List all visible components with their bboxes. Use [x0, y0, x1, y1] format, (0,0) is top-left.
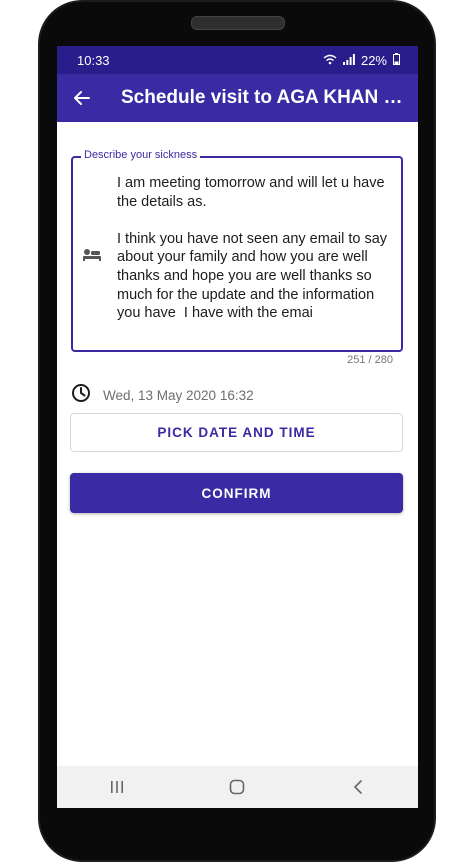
status-time: 10:33	[77, 52, 110, 68]
battery-level: 22%	[360, 52, 387, 68]
selected-datetime: Wed, 13 May 2020 16:32	[103, 388, 254, 403]
status-bar: 10:33 22%	[57, 46, 418, 74]
sickness-input-label: Describe your sickness	[81, 149, 201, 161]
sickness-text: I am meeting tomorrow and will let u hav…	[117, 175, 388, 322]
app-bar: Schedule visit to AGA KHAN DI...	[57, 74, 418, 122]
home-icon[interactable]	[217, 772, 257, 802]
confirm-button[interactable]: CONFIRM	[70, 473, 403, 513]
recents-icon[interactable]	[97, 772, 137, 802]
signal-icon	[342, 53, 355, 68]
status-icons: 22%	[323, 52, 400, 68]
back-arrow-icon[interactable]	[57, 89, 107, 107]
phone-speaker	[191, 16, 285, 30]
date-row: Wed, 13 May 2020 16:32	[71, 383, 254, 408]
wifi-icon	[323, 53, 337, 68]
sickness-input[interactable]: Describe your sickness I am meeting tomo…	[71, 149, 403, 352]
page-title: Schedule visit to AGA KHAN DI...	[121, 87, 411, 108]
battery-icon	[393, 52, 400, 68]
system-nav-bar	[57, 766, 418, 808]
patient-icon	[82, 248, 102, 267]
pick-date-time-button[interactable]: PICK DATE AND TIME	[70, 413, 403, 452]
back-icon[interactable]	[338, 772, 378, 802]
char-counter: 251 / 280	[347, 354, 393, 366]
screen: 10:33 22% Schedule visit to AGA KHAN DI.…	[57, 46, 418, 808]
clock-icon	[71, 383, 91, 408]
